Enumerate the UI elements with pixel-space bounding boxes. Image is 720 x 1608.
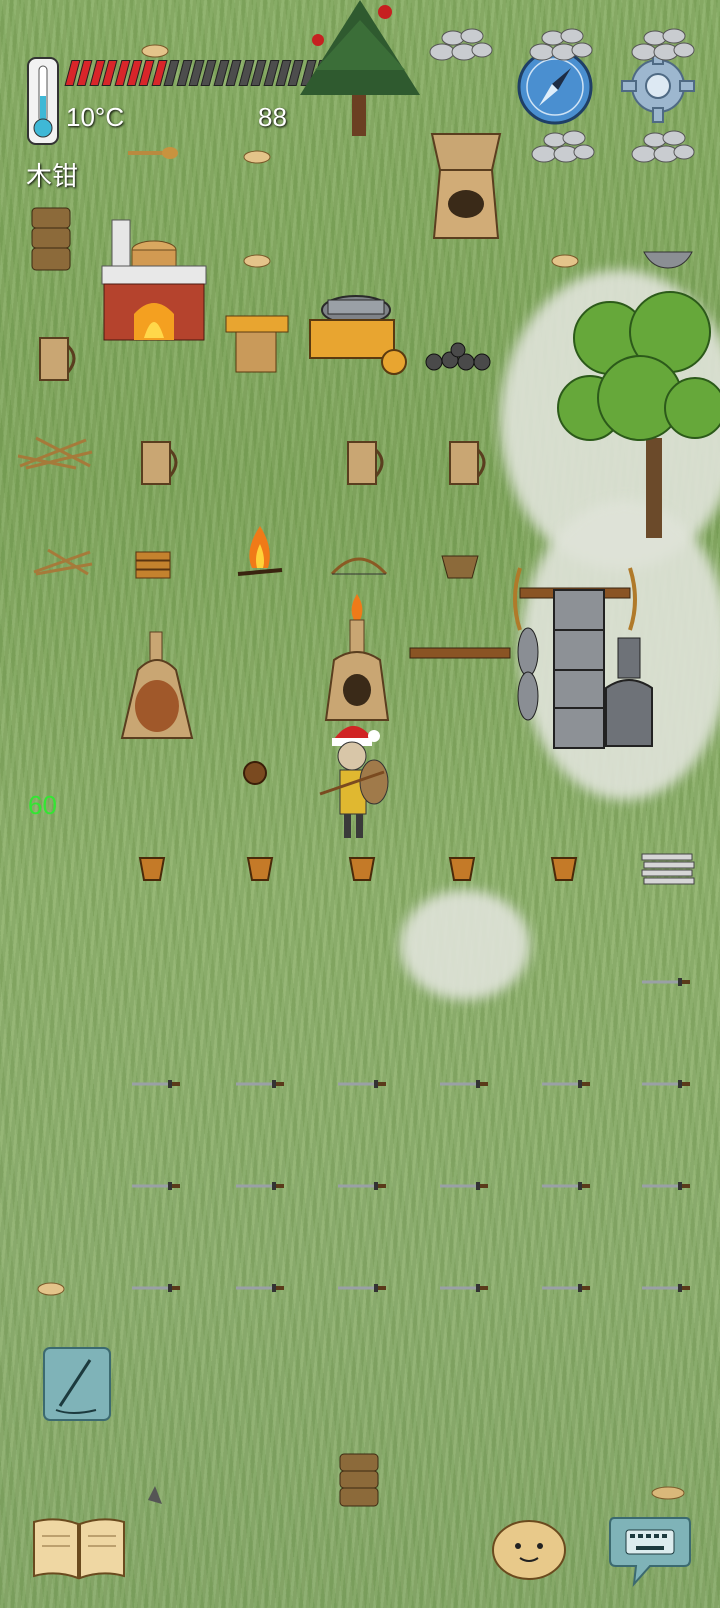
water-bucket[interactable] xyxy=(138,850,166,882)
workbench[interactable] xyxy=(224,314,290,374)
thermometer-icon xyxy=(27,57,59,145)
water-bucket[interactable] xyxy=(550,850,578,882)
leafy-tree[interactable] xyxy=(557,288,720,548)
sword[interactable] xyxy=(540,1180,590,1192)
food-item[interactable] xyxy=(242,150,272,164)
sword[interactable] xyxy=(640,1282,690,1294)
straw-pile[interactable] xyxy=(16,432,96,472)
bowl[interactable] xyxy=(642,248,694,269)
keyboard-icon[interactable] xyxy=(608,1514,692,1588)
firewood[interactable] xyxy=(134,550,172,580)
sword[interactable] xyxy=(336,1282,386,1294)
food-item[interactable] xyxy=(242,254,272,268)
stone-pile[interactable] xyxy=(530,120,596,166)
sword[interactable] xyxy=(234,1282,284,1294)
clay-mug[interactable] xyxy=(344,438,390,488)
brick-oven[interactable] xyxy=(100,218,210,342)
food-store-readout: 88 xyxy=(258,102,287,132)
basket-stack[interactable] xyxy=(30,206,72,272)
wooden-spoon[interactable] xyxy=(128,146,178,160)
water-bucket[interactable] xyxy=(246,850,274,882)
wheeled-cart[interactable] xyxy=(306,288,408,378)
sword[interactable] xyxy=(640,1078,690,1090)
stone-pile[interactable] xyxy=(428,18,494,64)
book-icon[interactable] xyxy=(30,1516,128,1582)
basket-stack[interactable] xyxy=(338,1452,380,1508)
sword[interactable] xyxy=(640,976,690,988)
sword[interactable] xyxy=(336,1078,386,1090)
sword[interactable] xyxy=(438,1180,488,1192)
sharp-stone[interactable] xyxy=(148,1486,162,1504)
food-item[interactable] xyxy=(550,254,580,268)
food-item[interactable] xyxy=(140,44,170,58)
water-bucket[interactable] xyxy=(448,850,476,882)
stone-pile[interactable] xyxy=(528,18,594,64)
clay-mug[interactable] xyxy=(138,438,184,488)
bow-drill[interactable] xyxy=(330,552,388,578)
sword[interactable] xyxy=(640,1180,690,1192)
pencil-icon[interactable] xyxy=(42,1346,112,1422)
iron-plate-stack[interactable] xyxy=(640,850,696,888)
fog-patch xyxy=(400,890,530,1000)
potato-face-icon[interactable] xyxy=(490,1518,568,1582)
sword[interactable] xyxy=(438,1282,488,1294)
sword[interactable] xyxy=(540,1282,590,1294)
charcoal-pile[interactable] xyxy=(424,342,494,372)
sword[interactable] xyxy=(130,1078,180,1090)
food-item[interactable] xyxy=(36,1282,66,1296)
sword[interactable] xyxy=(438,1078,488,1090)
sword[interactable] xyxy=(234,1078,284,1090)
clay-mug[interactable] xyxy=(36,334,82,384)
charcoal-kiln[interactable] xyxy=(118,630,196,742)
campfire[interactable] xyxy=(232,524,288,580)
clay-kiln[interactable] xyxy=(426,130,506,242)
food-item[interactable] xyxy=(650,1486,686,1500)
temperature-readout: 10°C xyxy=(66,102,125,132)
player-age-readout: 60 xyxy=(28,790,57,820)
bloomery-kiln[interactable] xyxy=(322,594,392,724)
water-bucket[interactable] xyxy=(348,850,376,882)
sword[interactable] xyxy=(130,1282,180,1294)
player-character[interactable] xyxy=(318,716,398,856)
sword[interactable] xyxy=(540,1078,590,1090)
clay-mug[interactable] xyxy=(446,438,492,488)
straw-pile[interactable] xyxy=(30,544,96,578)
burr[interactable] xyxy=(240,758,270,788)
held-item-label: 木钳 xyxy=(26,162,79,192)
pine-tree[interactable] xyxy=(290,0,430,140)
sword[interactable] xyxy=(336,1180,386,1192)
stone-pile[interactable] xyxy=(630,18,696,64)
sword[interactable] xyxy=(130,1180,180,1192)
stone-pile[interactable] xyxy=(630,120,696,166)
newcomen-engine[interactable] xyxy=(409,560,680,756)
sword[interactable] xyxy=(234,1180,284,1192)
